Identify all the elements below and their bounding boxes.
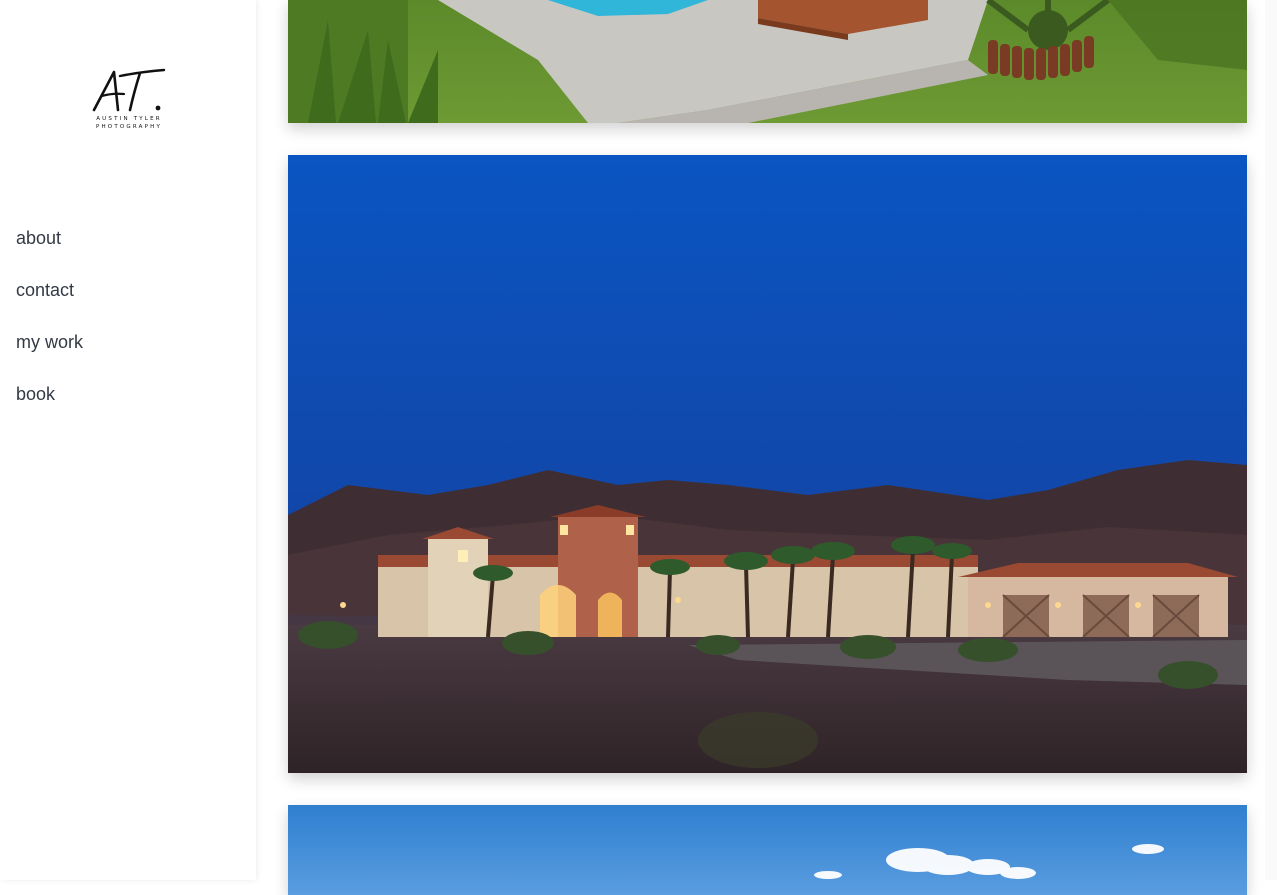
villa-photo-image bbox=[288, 155, 1247, 773]
nav-item-contact[interactable]: contact bbox=[16, 276, 83, 328]
sky-photo-image bbox=[288, 805, 1247, 895]
gallery-photo-villa[interactable] bbox=[288, 155, 1247, 773]
logo-name: AUSTIN TYLER bbox=[96, 116, 162, 122]
nav-item-about[interactable]: about bbox=[16, 224, 83, 276]
main-nav: about contact my work book bbox=[16, 224, 83, 432]
monogram-logo bbox=[92, 68, 166, 112]
nav-item-my-work[interactable]: my work bbox=[16, 328, 83, 380]
gallery bbox=[256, 0, 1277, 895]
logo-tagline: PHOTOGRAPHY bbox=[95, 124, 163, 130]
site-logo[interactable]: AUSTIN TYLER PHOTOGRAPHY bbox=[84, 66, 174, 132]
gallery-photo-sky[interactable] bbox=[288, 805, 1247, 895]
gallery-photo-pool[interactable] bbox=[288, 0, 1247, 123]
pool-photo-image bbox=[288, 0, 1247, 123]
nav-item-book[interactable]: book bbox=[16, 380, 83, 432]
scrollbar-track[interactable] bbox=[1265, 0, 1277, 880]
sidebar: AUSTIN TYLER PHOTOGRAPHY about contact m… bbox=[0, 0, 256, 880]
